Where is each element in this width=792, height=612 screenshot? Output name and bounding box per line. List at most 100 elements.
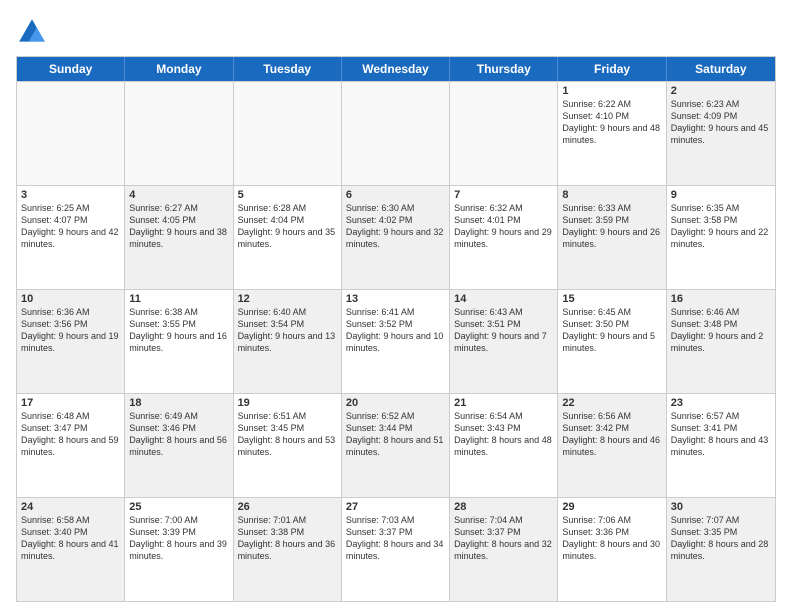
day-number: 7 bbox=[454, 189, 553, 201]
day-number: 8 bbox=[562, 189, 661, 201]
day-number: 10 bbox=[21, 293, 120, 305]
calendar-cell: 20Sunrise: 6:52 AM Sunset: 3:44 PM Dayli… bbox=[342, 394, 450, 497]
calendar-header: SundayMondayTuesdayWednesdayThursdayFrid… bbox=[17, 57, 775, 81]
calendar-cell: 18Sunrise: 6:49 AM Sunset: 3:46 PM Dayli… bbox=[125, 394, 233, 497]
calendar-cell: 13Sunrise: 6:41 AM Sunset: 3:52 PM Dayli… bbox=[342, 290, 450, 393]
day-number: 9 bbox=[671, 189, 771, 201]
day-number: 20 bbox=[346, 397, 445, 409]
calendar-cell: 11Sunrise: 6:38 AM Sunset: 3:55 PM Dayli… bbox=[125, 290, 233, 393]
calendar-cell bbox=[450, 82, 558, 185]
day-number: 30 bbox=[671, 501, 771, 513]
day-info: Sunrise: 6:32 AM Sunset: 4:01 PM Dayligh… bbox=[454, 202, 553, 251]
day-info: Sunrise: 6:23 AM Sunset: 4:09 PM Dayligh… bbox=[671, 98, 771, 147]
day-number: 3 bbox=[21, 189, 120, 201]
day-info: Sunrise: 6:56 AM Sunset: 3:42 PM Dayligh… bbox=[562, 410, 661, 459]
calendar-cell bbox=[234, 82, 342, 185]
calendar-cell bbox=[125, 82, 233, 185]
day-info: Sunrise: 6:38 AM Sunset: 3:55 PM Dayligh… bbox=[129, 306, 228, 355]
calendar-body: 1Sunrise: 6:22 AM Sunset: 4:10 PM Daylig… bbox=[17, 81, 775, 601]
day-number: 16 bbox=[671, 293, 771, 305]
calendar-cell: 30Sunrise: 7:07 AM Sunset: 3:35 PM Dayli… bbox=[667, 498, 775, 601]
calendar-row: 17Sunrise: 6:48 AM Sunset: 3:47 PM Dayli… bbox=[17, 393, 775, 497]
calendar-cell: 6Sunrise: 6:30 AM Sunset: 4:02 PM Daylig… bbox=[342, 186, 450, 289]
calendar-cell: 3Sunrise: 6:25 AM Sunset: 4:07 PM Daylig… bbox=[17, 186, 125, 289]
day-info: Sunrise: 6:41 AM Sunset: 3:52 PM Dayligh… bbox=[346, 306, 445, 355]
weekday-header: Friday bbox=[558, 57, 666, 81]
calendar-cell: 1Sunrise: 6:22 AM Sunset: 4:10 PM Daylig… bbox=[558, 82, 666, 185]
calendar-cell: 17Sunrise: 6:48 AM Sunset: 3:47 PM Dayli… bbox=[17, 394, 125, 497]
calendar-cell: 4Sunrise: 6:27 AM Sunset: 4:05 PM Daylig… bbox=[125, 186, 233, 289]
calendar-cell: 29Sunrise: 7:06 AM Sunset: 3:36 PM Dayli… bbox=[558, 498, 666, 601]
day-number: 22 bbox=[562, 397, 661, 409]
calendar-cell: 10Sunrise: 6:36 AM Sunset: 3:56 PM Dayli… bbox=[17, 290, 125, 393]
day-info: Sunrise: 6:58 AM Sunset: 3:40 PM Dayligh… bbox=[21, 514, 120, 563]
day-info: Sunrise: 6:36 AM Sunset: 3:56 PM Dayligh… bbox=[21, 306, 120, 355]
day-number: 23 bbox=[671, 397, 771, 409]
calendar-cell bbox=[342, 82, 450, 185]
weekday-header: Monday bbox=[125, 57, 233, 81]
day-info: Sunrise: 6:46 AM Sunset: 3:48 PM Dayligh… bbox=[671, 306, 771, 355]
calendar-row: 1Sunrise: 6:22 AM Sunset: 4:10 PM Daylig… bbox=[17, 81, 775, 185]
day-number: 24 bbox=[21, 501, 120, 513]
calendar-cell: 8Sunrise: 6:33 AM Sunset: 3:59 PM Daylig… bbox=[558, 186, 666, 289]
logo-icon bbox=[16, 16, 48, 48]
day-number: 19 bbox=[238, 397, 337, 409]
day-info: Sunrise: 6:48 AM Sunset: 3:47 PM Dayligh… bbox=[21, 410, 120, 459]
day-number: 4 bbox=[129, 189, 228, 201]
calendar-cell: 15Sunrise: 6:45 AM Sunset: 3:50 PM Dayli… bbox=[558, 290, 666, 393]
day-info: Sunrise: 6:54 AM Sunset: 3:43 PM Dayligh… bbox=[454, 410, 553, 459]
day-info: Sunrise: 7:04 AM Sunset: 3:37 PM Dayligh… bbox=[454, 514, 553, 563]
day-info: Sunrise: 6:40 AM Sunset: 3:54 PM Dayligh… bbox=[238, 306, 337, 355]
day-number: 1 bbox=[562, 85, 661, 97]
calendar: SundayMondayTuesdayWednesdayThursdayFrid… bbox=[16, 56, 776, 602]
day-info: Sunrise: 6:51 AM Sunset: 3:45 PM Dayligh… bbox=[238, 410, 337, 459]
weekday-header: Sunday bbox=[17, 57, 125, 81]
header bbox=[16, 16, 776, 48]
weekday-header: Wednesday bbox=[342, 57, 450, 81]
calendar-cell: 2Sunrise: 6:23 AM Sunset: 4:09 PM Daylig… bbox=[667, 82, 775, 185]
calendar-cell: 25Sunrise: 7:00 AM Sunset: 3:39 PM Dayli… bbox=[125, 498, 233, 601]
day-number: 28 bbox=[454, 501, 553, 513]
day-number: 27 bbox=[346, 501, 445, 513]
calendar-cell: 19Sunrise: 6:51 AM Sunset: 3:45 PM Dayli… bbox=[234, 394, 342, 497]
day-info: Sunrise: 7:07 AM Sunset: 3:35 PM Dayligh… bbox=[671, 514, 771, 563]
day-info: Sunrise: 7:03 AM Sunset: 3:37 PM Dayligh… bbox=[346, 514, 445, 563]
calendar-cell bbox=[17, 82, 125, 185]
calendar-cell: 28Sunrise: 7:04 AM Sunset: 3:37 PM Dayli… bbox=[450, 498, 558, 601]
day-info: Sunrise: 6:35 AM Sunset: 3:58 PM Dayligh… bbox=[671, 202, 771, 251]
calendar-cell: 12Sunrise: 6:40 AM Sunset: 3:54 PM Dayli… bbox=[234, 290, 342, 393]
day-info: Sunrise: 7:06 AM Sunset: 3:36 PM Dayligh… bbox=[562, 514, 661, 563]
day-number: 26 bbox=[238, 501, 337, 513]
day-number: 14 bbox=[454, 293, 553, 305]
calendar-cell: 7Sunrise: 6:32 AM Sunset: 4:01 PM Daylig… bbox=[450, 186, 558, 289]
day-number: 5 bbox=[238, 189, 337, 201]
day-number: 18 bbox=[129, 397, 228, 409]
calendar-cell: 16Sunrise: 6:46 AM Sunset: 3:48 PM Dayli… bbox=[667, 290, 775, 393]
calendar-cell: 24Sunrise: 6:58 AM Sunset: 3:40 PM Dayli… bbox=[17, 498, 125, 601]
calendar-cell: 22Sunrise: 6:56 AM Sunset: 3:42 PM Dayli… bbox=[558, 394, 666, 497]
calendar-cell: 9Sunrise: 6:35 AM Sunset: 3:58 PM Daylig… bbox=[667, 186, 775, 289]
logo bbox=[16, 16, 52, 48]
calendar-cell: 23Sunrise: 6:57 AM Sunset: 3:41 PM Dayli… bbox=[667, 394, 775, 497]
day-info: Sunrise: 6:25 AM Sunset: 4:07 PM Dayligh… bbox=[21, 202, 120, 251]
day-info: Sunrise: 6:22 AM Sunset: 4:10 PM Dayligh… bbox=[562, 98, 661, 147]
weekday-header: Tuesday bbox=[234, 57, 342, 81]
weekday-header: Thursday bbox=[450, 57, 558, 81]
day-info: Sunrise: 6:33 AM Sunset: 3:59 PM Dayligh… bbox=[562, 202, 661, 251]
day-number: 15 bbox=[562, 293, 661, 305]
calendar-cell: 27Sunrise: 7:03 AM Sunset: 3:37 PM Dayli… bbox=[342, 498, 450, 601]
calendar-cell: 5Sunrise: 6:28 AM Sunset: 4:04 PM Daylig… bbox=[234, 186, 342, 289]
day-number: 12 bbox=[238, 293, 337, 305]
weekday-header: Saturday bbox=[667, 57, 775, 81]
day-info: Sunrise: 6:49 AM Sunset: 3:46 PM Dayligh… bbox=[129, 410, 228, 459]
page: SundayMondayTuesdayWednesdayThursdayFrid… bbox=[0, 0, 792, 612]
day-info: Sunrise: 6:28 AM Sunset: 4:04 PM Dayligh… bbox=[238, 202, 337, 251]
calendar-row: 3Sunrise: 6:25 AM Sunset: 4:07 PM Daylig… bbox=[17, 185, 775, 289]
day-info: Sunrise: 7:00 AM Sunset: 3:39 PM Dayligh… bbox=[129, 514, 228, 563]
day-number: 13 bbox=[346, 293, 445, 305]
day-number: 11 bbox=[129, 293, 228, 305]
day-number: 25 bbox=[129, 501, 228, 513]
calendar-cell: 14Sunrise: 6:43 AM Sunset: 3:51 PM Dayli… bbox=[450, 290, 558, 393]
day-info: Sunrise: 6:57 AM Sunset: 3:41 PM Dayligh… bbox=[671, 410, 771, 459]
calendar-row: 24Sunrise: 6:58 AM Sunset: 3:40 PM Dayli… bbox=[17, 497, 775, 601]
